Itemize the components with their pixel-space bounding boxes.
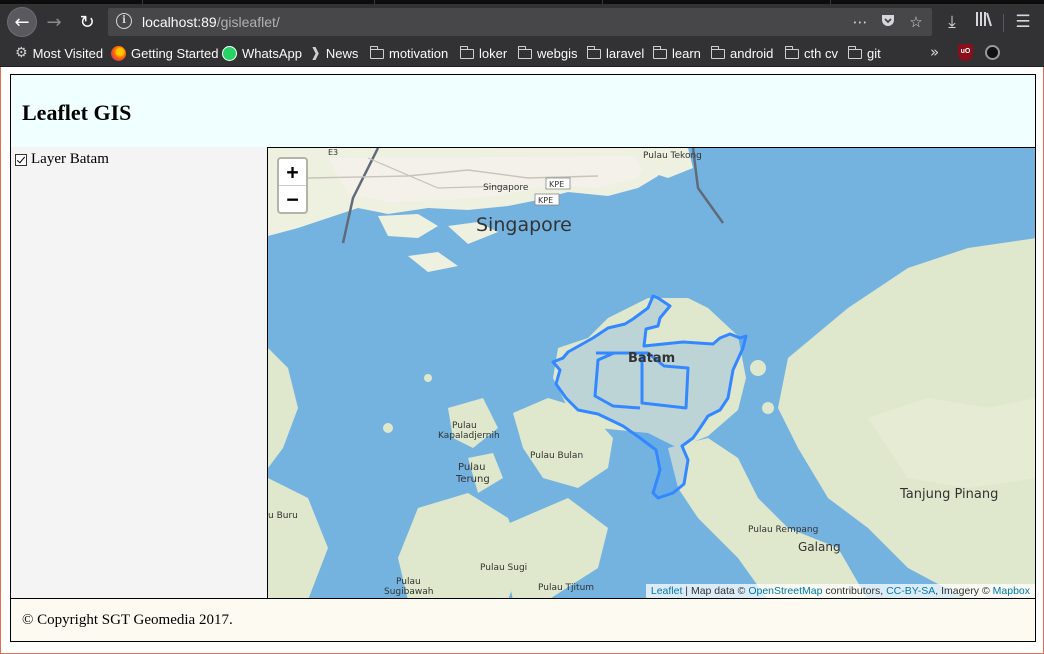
bookmark-label: learn xyxy=(672,45,701,61)
bookmark-folder-git[interactable]: git xyxy=(847,44,881,62)
back-arrow-icon[interactable]: ← xyxy=(7,7,37,37)
map-label-singapore-small: Singapore xyxy=(483,183,529,193)
bookmark-most-visited[interactable]: ⚙ Most Visited xyxy=(15,44,103,62)
openstreetmap-link[interactable]: OpenStreetMap xyxy=(748,585,822,597)
highway-label-e3: E3 xyxy=(328,148,338,157)
map-label-batam: Batam xyxy=(628,351,675,366)
extension-icon[interactable] xyxy=(985,45,1000,60)
page-footer: © Copyright SGT Geomedia 2017. xyxy=(10,599,1036,642)
bookmark-label: loker xyxy=(479,45,508,61)
more-dots-icon[interactable]: ⋯ xyxy=(850,12,870,32)
map-attribution: Leaflet | Map data © OpenStreetMap contr… xyxy=(645,584,1035,598)
bookmark-getting-started[interactable]: Getting Started xyxy=(111,44,218,62)
navigation-toolbar: ← → ↻ i localhost:89/gisleaflet/ ⋯ ☆ ⤓ ☰ xyxy=(0,4,1044,40)
map-label-pulau-terung-2: Terung xyxy=(455,474,490,485)
bookmark-folder-learn[interactable]: learn xyxy=(652,44,701,62)
zoom-out-button[interactable]: − xyxy=(279,186,306,212)
gear-icon: ⚙ xyxy=(15,45,28,61)
map-label-galang: Galang xyxy=(798,540,841,554)
map-label-pulau-sugi: Pulau Sugi xyxy=(480,563,527,573)
bookmark-folder-laravel[interactable]: laravel xyxy=(586,44,645,62)
map-tiles: Singapore Batam Tanjung Pinang Galang Pu… xyxy=(268,148,1035,598)
bookmark-label: Getting Started xyxy=(131,45,219,61)
library-icon[interactable] xyxy=(971,10,997,34)
map-label-kapaladjernih: Kapaladjernih xyxy=(438,431,500,441)
bookmark-whatsapp[interactable]: WhatsApp xyxy=(222,44,302,62)
folder-icon xyxy=(847,46,862,59)
bookmark-label: Most Visited xyxy=(32,45,104,61)
pocket-icon[interactable] xyxy=(878,12,898,32)
url-text[interactable]: localhost:89/gisleaflet/ xyxy=(142,14,280,30)
bookmarks-toolbar: ⚙ Most Visited Getting Started WhatsApp … xyxy=(0,40,1044,67)
map-label-pulau-bulan: Pulau Bulan xyxy=(530,451,583,461)
bookmark-label: android xyxy=(730,45,774,61)
leaflet-link[interactable]: Leaflet xyxy=(651,585,683,597)
attribution-text: , Imagery © xyxy=(935,585,993,597)
highway-label-kpe: KPE xyxy=(549,180,564,189)
bookmark-folder-cth-cv[interactable]: cth cv xyxy=(784,44,838,62)
bookmark-label: motivation xyxy=(389,45,449,61)
map-label-pulau-kapal: Pulau xyxy=(452,421,477,431)
bookmark-label: git xyxy=(867,45,881,61)
star-icon[interactable]: ☆ xyxy=(906,12,926,32)
bookmark-folder-loker[interactable]: loker xyxy=(459,44,508,62)
bookmark-folder-webgis[interactable]: webgis xyxy=(517,44,578,62)
folder-icon xyxy=(710,46,725,59)
download-icon[interactable]: ⤓ xyxy=(939,10,965,34)
layer-toggle-batam[interactable]: Layer Batam xyxy=(15,151,109,168)
ublock-extension-icon[interactable]: uO xyxy=(958,44,973,61)
firefox-icon xyxy=(111,45,126,61)
forward-arrow-icon[interactable]: → xyxy=(40,8,68,36)
rss-icon: ❱ xyxy=(310,45,321,61)
map-label-buru: u Buru xyxy=(268,511,298,521)
bookmark-folder-motivation[interactable]: motivation xyxy=(369,44,449,62)
bookmark-news[interactable]: ❱ News xyxy=(310,44,358,62)
map-label-pulau-tjitum: Pulau Tjitum xyxy=(538,583,594,593)
layer-checkbox[interactable] xyxy=(15,153,27,166)
bookmark-label: webgis xyxy=(537,45,578,61)
url-bar[interactable]: i localhost:89/gisleaflet/ ⋯ ☆ xyxy=(108,8,932,36)
chevron-double-right-icon[interactable]: » xyxy=(930,43,939,61)
map-label-singapore: Singapore xyxy=(476,214,572,236)
folder-icon xyxy=(459,46,474,59)
hamburger-menu-icon[interactable]: ☰ xyxy=(1010,10,1036,34)
layer-sidebar: Layer Batam xyxy=(10,147,268,599)
attribution-text: | Map data © xyxy=(682,585,749,597)
page-title: Leaflet GIS xyxy=(22,100,132,125)
layer-label: Layer Batam xyxy=(31,151,109,167)
map-label-pulau-terung: Pulau xyxy=(458,462,485,473)
bookmark-label: cth cv xyxy=(804,45,838,61)
bookmark-label: laravel xyxy=(606,45,645,61)
whatsapp-icon xyxy=(222,45,237,61)
folder-icon xyxy=(586,46,601,59)
highway-label-kpe-2: KPE xyxy=(538,196,553,205)
bookmark-label: News xyxy=(325,45,359,61)
zoom-in-button[interactable]: + xyxy=(279,159,306,186)
page-header: Leaflet GIS xyxy=(10,74,1036,148)
reload-icon[interactable]: ↻ xyxy=(73,8,101,36)
mapbox-link[interactable]: Mapbox xyxy=(993,585,1030,597)
map-label-sugibawah: Sugibawah xyxy=(384,587,433,597)
map-label-pulau-sugibawah: Pulau xyxy=(396,577,421,587)
copyright-text: © Copyright SGT Geomedia 2017. xyxy=(22,612,233,628)
url-host: localhost:89 xyxy=(142,14,217,30)
attribution-text: contributors, xyxy=(822,585,887,597)
zoom-control: + − xyxy=(277,157,308,214)
folder-icon xyxy=(517,46,532,59)
map-label-pulau-tekong: Pulau Tekong xyxy=(643,151,702,161)
bookmark-folder-android[interactable]: android xyxy=(710,44,774,62)
folder-icon xyxy=(369,46,384,59)
url-path: /gisleaflet/ xyxy=(216,14,280,30)
bookmark-label: WhatsApp xyxy=(242,45,302,61)
folder-icon xyxy=(784,46,799,59)
toolbar-separator xyxy=(1003,14,1004,32)
map-label-tanjung-pinang: Tanjung Pinang xyxy=(899,487,998,502)
info-icon[interactable]: i xyxy=(116,13,132,29)
license-link[interactable]: CC-BY-SA xyxy=(886,585,935,597)
folder-icon xyxy=(652,46,667,59)
map-container[interactable]: Singapore Batam Tanjung Pinang Galang Pu… xyxy=(267,147,1036,599)
page-container: Leaflet GIS Layer Batam Singapore Batam … xyxy=(10,74,1036,642)
map-label-pulau-rempang: Pulau Rempang xyxy=(748,525,818,535)
